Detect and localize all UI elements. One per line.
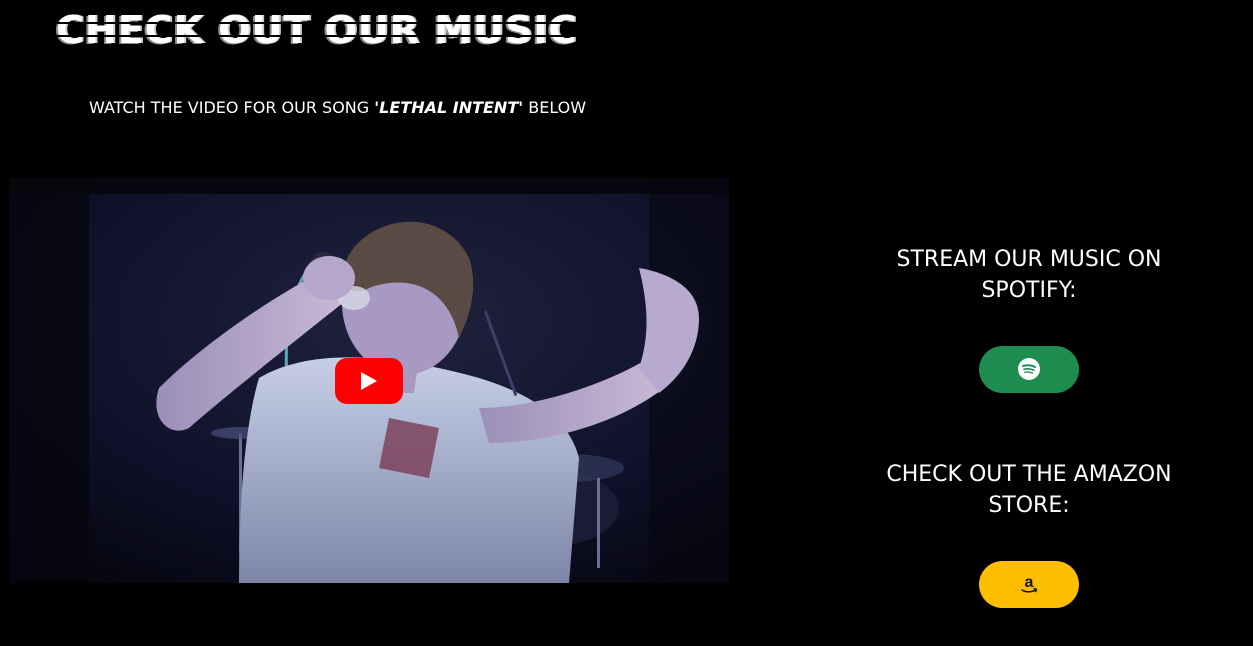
video-subtitle: WATCH THE VIDEO FOR OUR SONG 'LETHAL INT… [89,98,586,117]
title-glitch-stripe [56,35,578,37]
subtitle-suffix: BELOW [523,98,587,117]
amazon-button[interactable]: a [979,561,1079,608]
title-glitch-stripe [56,22,578,24]
amazon-heading: CHECK OUT THE AMAZON STORE: [886,462,1172,518]
svg-text:a: a [1025,574,1034,591]
subtitle-prefix: WATCH THE VIDEO FOR OUR SONG [89,98,375,117]
play-button[interactable] [335,358,403,404]
spotify-button[interactable] [979,346,1079,393]
spotify-icon [1018,358,1040,380]
song-title: 'LETHAL INTENT' [374,98,524,117]
amazon-icon: a [1021,574,1038,593]
video-player[interactable] [9,178,729,583]
play-icon [361,372,377,390]
page-title-text: CHECK OUT OUR MUSIC [56,8,578,52]
page-title: CHECK OUT OUR MUSIC [56,8,578,52]
spotify-heading: STREAM OUR MUSIC ON SPOTIFY: [896,247,1162,303]
